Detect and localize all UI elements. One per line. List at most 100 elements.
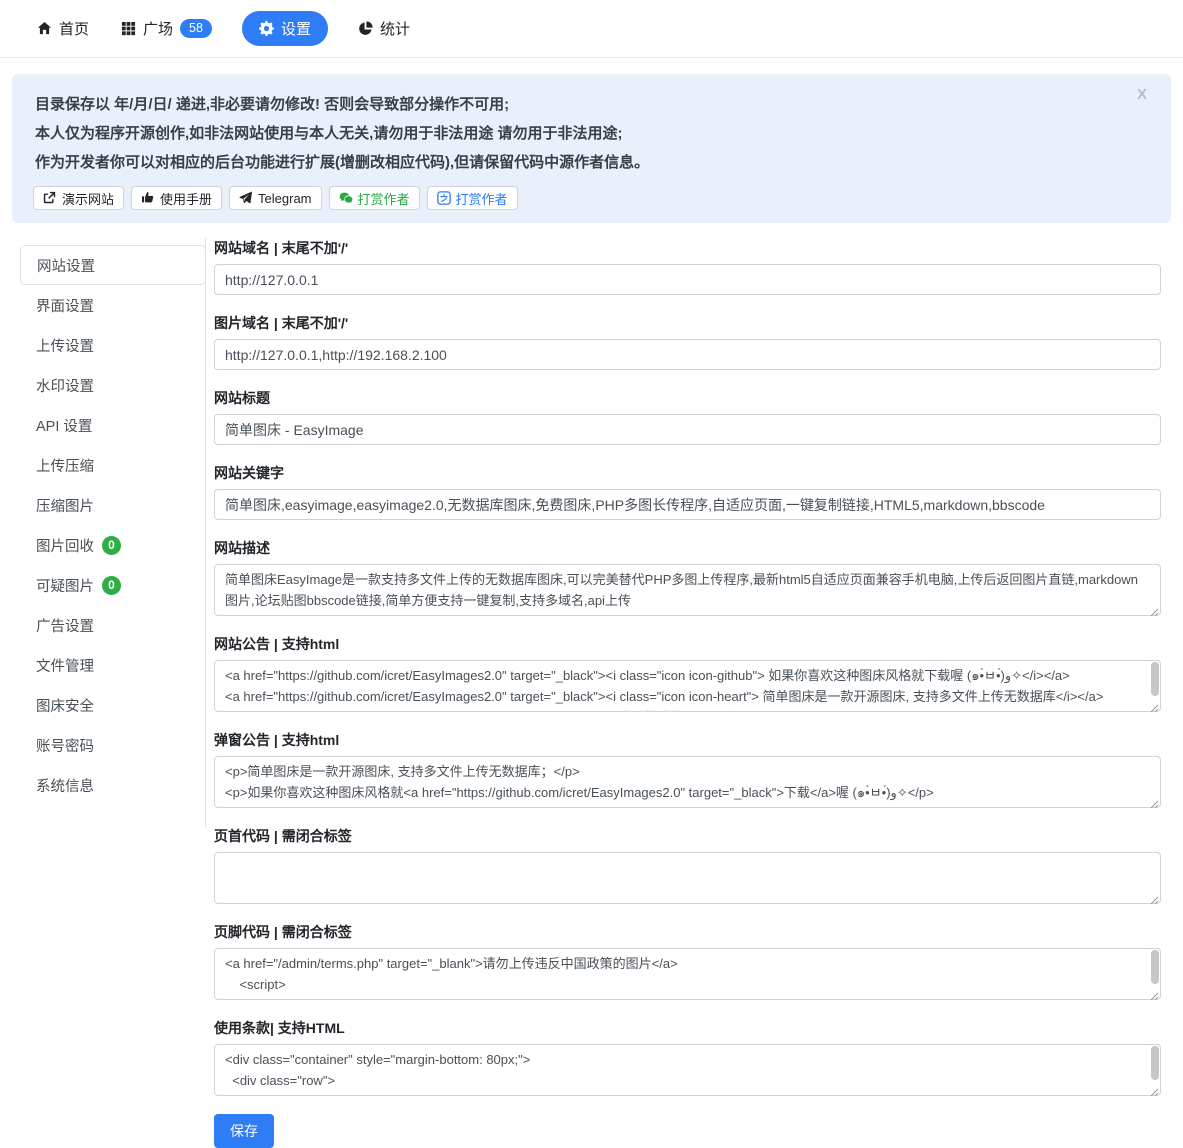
main-layout: 网站设置 界面设置 上传设置 水印设置 API 设置 上传压缩 压缩图片 图片回…	[0, 223, 1183, 1148]
donate-alipay-label: 打赏作者	[456, 189, 508, 208]
sidebar-item-label: 可疑图片	[36, 575, 94, 596]
textarea-scrollbar[interactable]	[1151, 1046, 1159, 1080]
field-terms: 使用条款| 支持HTML <div class="container" styl…	[214, 1018, 1161, 1096]
sidebar-item-site-settings[interactable]: 网站设置	[20, 245, 206, 285]
terms-textarea[interactable]: <div class="container" style="margin-bot…	[214, 1044, 1161, 1096]
sidebar-item-watermark-settings[interactable]: 水印设置	[20, 365, 205, 405]
sidebar-item-account-password[interactable]: 账号密码	[20, 725, 205, 765]
nav-item-settings[interactable]: 设置	[242, 11, 328, 46]
field-label: 图片域名 | 末尾不加'/'	[214, 313, 1161, 333]
pie-chart-icon	[358, 21, 373, 36]
sidebar-item-ad-settings[interactable]: 广告设置	[20, 605, 205, 645]
sidebar-item-label: 压缩图片	[36, 495, 94, 516]
wechat-icon	[339, 191, 353, 205]
resize-grip-icon[interactable]	[1149, 700, 1159, 710]
telegram-button[interactable]: Telegram	[229, 186, 321, 210]
nav-item-stats[interactable]: 统计	[356, 11, 412, 46]
plaza-count-badge: 58	[180, 19, 212, 38]
field-site-description: 网站描述 简单图床EasyImage是一款支持多文件上传的无数据库图床,可以完美…	[214, 538, 1161, 616]
alipay-icon	[437, 191, 451, 205]
notice-alert: X 目录保存以 年/月/日/ 递进,非必要请勿修改! 否则会导致部分操作不可用;…	[12, 74, 1171, 223]
textarea-scrollbar[interactable]	[1151, 950, 1159, 984]
site-description-textarea[interactable]: 简单图床EasyImage是一款支持多文件上传的无数据库图床,可以完美替代PHP…	[214, 564, 1161, 616]
settings-sidebar: 网站设置 界面设置 上传设置 水印设置 API 设置 上传压缩 压缩图片 图片回…	[20, 238, 206, 827]
resize-grip-icon[interactable]	[1149, 1084, 1159, 1094]
home-icon	[37, 21, 52, 36]
site-title-input[interactable]	[214, 414, 1161, 445]
header-code-textarea[interactable]	[214, 852, 1161, 904]
alert-text-line: 本人仅为程序开源创作,如非法网站使用与本人无关,请勿用于非法用途 请勿用于非法用…	[35, 119, 1159, 148]
donate-alipay-button[interactable]: 打赏作者	[427, 186, 518, 210]
demo-site-button[interactable]: 演示网站	[33, 186, 124, 210]
resize-grip-icon[interactable]	[1149, 796, 1159, 806]
sidebar-item-recycle-bin[interactable]: 图片回收 0	[20, 525, 205, 565]
resize-grip-icon[interactable]	[1149, 988, 1159, 998]
donate-wechat-button[interactable]: 打赏作者	[329, 186, 420, 210]
sidebar-item-label: 图片回收	[36, 535, 94, 556]
resize-grip-icon[interactable]	[1149, 604, 1159, 614]
recycle-count-badge: 0	[102, 536, 121, 555]
field-site-announcement: 网站公告 | 支持html <a href="https://github.co…	[214, 634, 1161, 712]
sidebar-item-label: API 设置	[36, 415, 92, 436]
field-label: 弹窗公告 | 支持html	[214, 730, 1161, 750]
footer-code-textarea[interactable]: <a href="/admin/terms.php" target="_blan…	[214, 948, 1161, 1000]
site-keywords-input[interactable]	[214, 489, 1161, 520]
paper-plane-icon	[239, 191, 253, 205]
sidebar-item-label: 上传压缩	[36, 455, 94, 476]
field-header-code: 页首代码 | 需闭合标签	[214, 826, 1161, 904]
alert-buttons-row: 演示网站 使用手册 Telegram 打赏作者 打赏作者	[33, 186, 1159, 210]
alert-close-button[interactable]: X	[1137, 86, 1147, 103]
field-site-title: 网站标题	[214, 388, 1161, 445]
sidebar-item-upload-settings[interactable]: 上传设置	[20, 325, 205, 365]
sidebar-item-file-manager[interactable]: 文件管理	[20, 645, 205, 685]
field-label: 网站公告 | 支持html	[214, 634, 1161, 654]
sidebar-item-label: 账号密码	[36, 735, 94, 756]
nav-item-plaza[interactable]: 广场 58	[119, 11, 214, 46]
sidebar-item-upload-compress[interactable]: 上传压缩	[20, 445, 205, 485]
manual-button[interactable]: 使用手册	[131, 186, 222, 210]
site-announcement-textarea[interactable]: <a href="https://github.com/icret/EasyIm…	[214, 660, 1161, 712]
manual-label: 使用手册	[160, 189, 212, 208]
sidebar-item-security[interactable]: 图床安全	[20, 685, 205, 725]
nav-item-home[interactable]: 首页	[35, 11, 91, 46]
sidebar-item-system-info[interactable]: 系统信息	[20, 765, 205, 805]
sidebar-item-ui-settings[interactable]: 界面设置	[20, 285, 205, 325]
field-label: 页首代码 | 需闭合标签	[214, 826, 1161, 846]
field-popup-announcement: 弹窗公告 | 支持html <p>简单图床是一款开源图床, 支持多文件上传无数据…	[214, 730, 1161, 808]
field-site-keywords: 网站关键字	[214, 463, 1161, 520]
sidebar-item-label: 界面设置	[36, 295, 94, 316]
sidebar-item-label: 水印设置	[36, 375, 94, 396]
sidebar-item-label: 文件管理	[36, 655, 94, 676]
textarea-scrollbar[interactable]	[1151, 662, 1159, 696]
site-domain-input[interactable]	[214, 264, 1161, 295]
popup-announcement-textarea[interactable]: <p>简单图床是一款开源图床, 支持多文件上传无数据库；</p> <p>如果你喜…	[214, 756, 1161, 808]
sidebar-item-suspicious-images[interactable]: 可疑图片 0	[20, 565, 205, 605]
field-label: 网站关键字	[214, 463, 1161, 483]
field-label: 使用条款| 支持HTML	[214, 1018, 1161, 1038]
alert-text-line: 作为开发者你可以对相应的后台功能进行扩展(增删改相应代码),但请保留代码中源作者…	[35, 148, 1159, 177]
nav-item-label: 统计	[380, 18, 410, 39]
sidebar-item-label: 图床安全	[36, 695, 94, 716]
gears-icon	[259, 21, 274, 36]
field-label: 网站域名 | 末尾不加'/'	[214, 238, 1161, 258]
external-link-icon	[43, 191, 57, 205]
alert-text-line: 目录保存以 年/月/日/ 递进,非必要请勿修改! 否则会导致部分操作不可用;	[35, 90, 1159, 119]
field-footer-code: 页脚代码 | 需闭合标签 <a href="/admin/terms.php" …	[214, 922, 1161, 1000]
nav-item-label: 广场	[143, 18, 173, 39]
field-label: 网站描述	[214, 538, 1161, 558]
sidebar-item-api-settings[interactable]: API 设置	[20, 405, 205, 445]
sidebar-item-label: 系统信息	[36, 775, 94, 796]
field-site-domain: 网站域名 | 末尾不加'/'	[214, 238, 1161, 295]
image-domain-input[interactable]	[214, 339, 1161, 370]
sidebar-item-label: 网站设置	[37, 255, 95, 276]
save-button[interactable]: 保存	[214, 1114, 274, 1148]
sidebar-item-compress-images[interactable]: 压缩图片	[20, 485, 205, 525]
donate-wechat-label: 打赏作者	[358, 189, 410, 208]
sidebar-item-label: 广告设置	[36, 615, 94, 636]
suspicious-count-badge: 0	[102, 576, 121, 595]
demo-site-label: 演示网站	[62, 189, 114, 208]
field-label: 页脚代码 | 需闭合标签	[214, 922, 1161, 942]
settings-form: 网站域名 | 末尾不加'/' 图片域名 | 末尾不加'/' 网站标题 网站关键字…	[214, 238, 1161, 1148]
sidebar-item-label: 上传设置	[36, 335, 94, 356]
resize-grip-icon[interactable]	[1149, 892, 1159, 902]
